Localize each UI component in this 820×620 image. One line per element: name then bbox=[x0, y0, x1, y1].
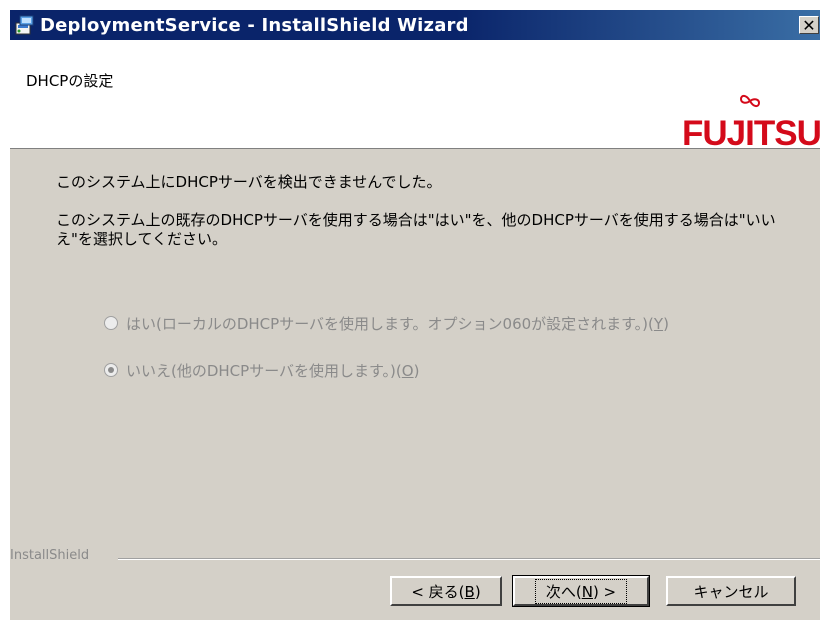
radio-button-unchecked[interactable] bbox=[104, 316, 118, 330]
installshield-wizard-window: DeploymentService - InstallShield Wizard… bbox=[10, 10, 820, 620]
option-no-radio[interactable]: いいえ(他のDHCPサーバを使用します。)(O) bbox=[104, 360, 419, 380]
back-button-label: < 戻る(B) bbox=[411, 582, 481, 601]
installshield-brand: InstallShield bbox=[10, 548, 90, 563]
logo-text: FUJITSU bbox=[682, 114, 820, 153]
back-button[interactable]: < 戻る(B) bbox=[390, 576, 502, 606]
infinity-icon bbox=[739, 94, 761, 108]
title-bar[interactable]: DeploymentService - InstallShield Wizard… bbox=[10, 10, 820, 40]
wizard-header: DHCPの設定 FUJITSU bbox=[10, 40, 820, 153]
window-title: DeploymentService - InstallShield Wizard bbox=[40, 15, 469, 36]
next-button[interactable]: 次へ(N) > bbox=[512, 575, 650, 607]
wizard-content: このシステム上にDHCPサーバを検出できませんでした。 このシステム上の既存のD… bbox=[10, 149, 820, 569]
page-title: DHCPの設定 bbox=[26, 72, 114, 90]
option-no-label: いいえ(他のDHCPサーバを使用します。)(O) bbox=[126, 361, 420, 380]
installer-icon bbox=[14, 15, 36, 35]
close-icon: ✕ bbox=[802, 16, 816, 35]
next-button-label: 次へ(N) > bbox=[534, 578, 628, 604]
close-button[interactable]: ✕ bbox=[799, 16, 819, 35]
radio-button-checked[interactable] bbox=[104, 363, 118, 377]
option-yes-label: はい(ローカルのDHCPサーバを使用します。オプション060が設定されます。)(… bbox=[126, 314, 669, 333]
detection-message: このシステム上にDHCPサーバを検出できませんでした。 bbox=[56, 173, 442, 191]
instruction-message: このシステム上の既存のDHCPサーバを使用する場合は"はい"を、他のDHCPサー… bbox=[56, 211, 776, 248]
cancel-button-label: キャンセル bbox=[693, 582, 769, 601]
footer-divider bbox=[118, 558, 820, 560]
option-yes-radio[interactable]: はい(ローカルのDHCPサーバを使用します。オプション060が設定されます。)(… bbox=[104, 313, 669, 333]
cancel-button[interactable]: キャンセル bbox=[666, 576, 796, 606]
